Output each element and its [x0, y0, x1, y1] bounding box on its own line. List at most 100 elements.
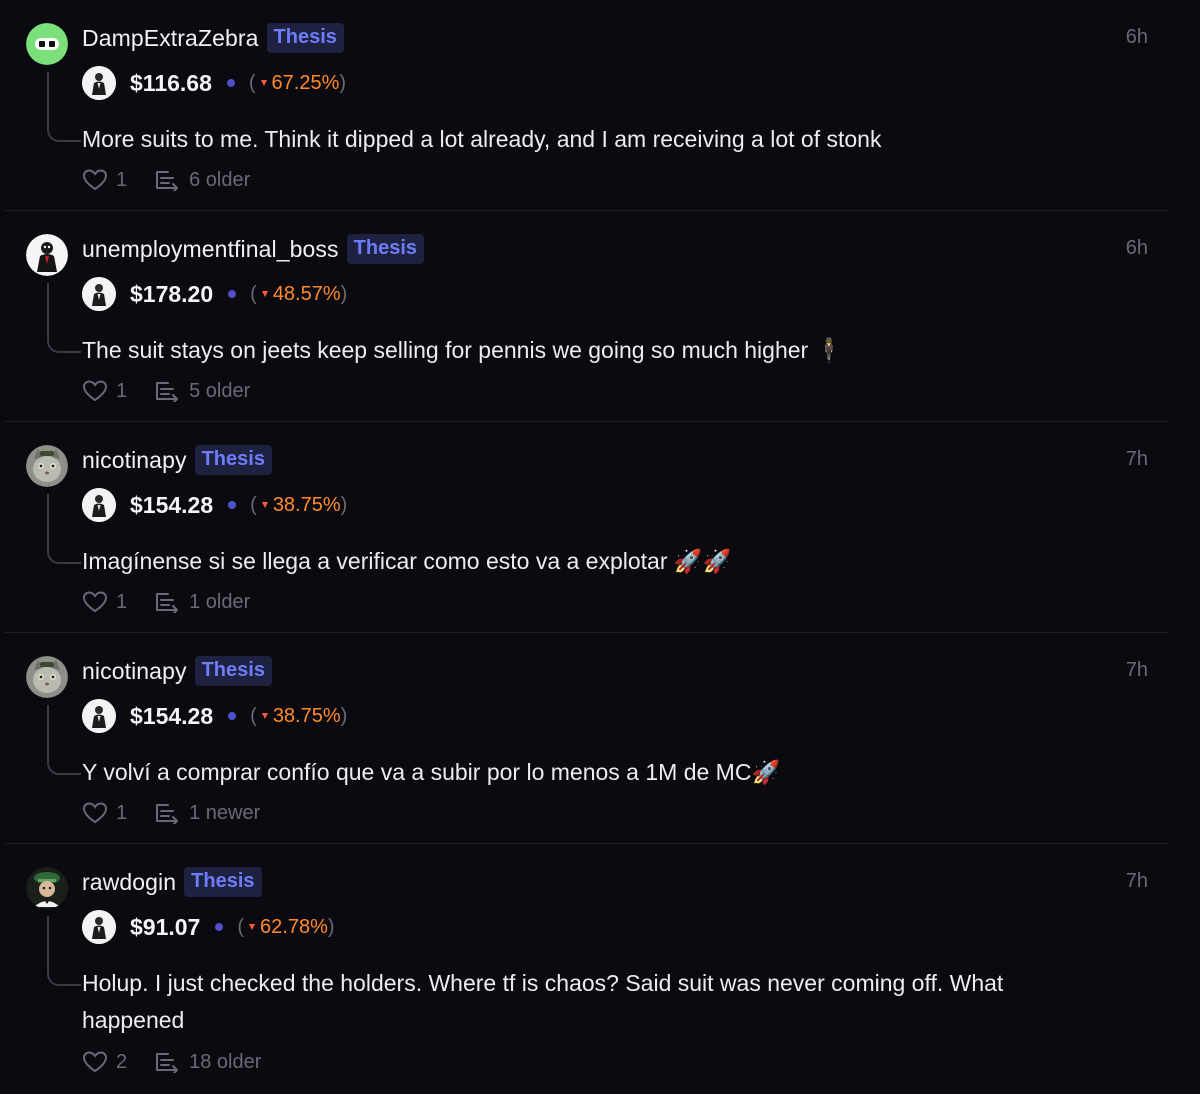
position-value: $154.28	[130, 702, 214, 729]
comment-header: unemploymentfinal_boss Thesis	[82, 232, 424, 266]
thread-icon	[156, 171, 179, 191]
thesis-badge: Thesis	[184, 867, 262, 897]
avatar[interactable]	[26, 445, 68, 487]
comment-text: The suit stays on jeets keep selling for…	[82, 337, 844, 363]
position-row: $178.20 ( 48.57% )	[82, 277, 347, 311]
comment-header: rawdogin Thesis	[82, 865, 262, 899]
price-change: ( 67.25% )	[249, 72, 346, 95]
change-percent: 38.75%	[272, 493, 341, 516]
thread-link[interactable]: 6 older	[155, 169, 250, 192]
comment-text: Holup. I just checked the holders. Where…	[82, 970, 1004, 1033]
like-button[interactable]: 1	[82, 168, 127, 192]
position-row: $154.28 ( 38.75% )	[82, 699, 347, 733]
paren-open: (	[250, 493, 257, 516]
like-button[interactable]: 1	[82, 801, 127, 825]
separator-dot	[215, 923, 224, 931]
thesis-badge: Thesis	[194, 445, 272, 475]
price-change: ( 62.78% )	[237, 916, 334, 939]
avatar[interactable]	[26, 23, 68, 65]
comment-actions: 1 6 older	[82, 165, 278, 195]
suit-token-icon	[82, 488, 116, 522]
position-value: $91.07	[130, 913, 201, 940]
username[interactable]: unemploymentfinal_boss	[82, 236, 339, 263]
comment-header: DampExtraZebra Thesis	[82, 21, 344, 55]
paren-open: (	[250, 704, 257, 727]
position-row: $91.07 ( 62.78% )	[82, 910, 335, 944]
thread-link[interactable]: 1 older	[155, 591, 250, 614]
separator-dot	[228, 501, 237, 509]
soldier-avatar-icon	[26, 867, 68, 909]
like-count: 1	[116, 379, 128, 402]
thread-link[interactable]: 5 older	[155, 380, 250, 403]
position-value: $116.68	[130, 69, 212, 96]
like-button[interactable]: 1	[82, 590, 127, 614]
thread-label: 1 older	[189, 590, 251, 613]
separator-dot	[228, 712, 237, 720]
avatar[interactable]	[26, 867, 68, 909]
thesis-badge: Thesis	[346, 234, 424, 264]
change-percent: 38.75%	[272, 704, 341, 727]
like-button[interactable]: 1	[82, 379, 127, 403]
comment-text: Imagínense si se llega a verificar como …	[82, 548, 732, 574]
down-arrow-icon	[249, 924, 256, 930]
thread-connector	[47, 283, 81, 353]
thread-icon	[156, 382, 179, 402]
thread-icon	[156, 593, 179, 613]
thread-label: 18 older	[189, 1050, 262, 1073]
position-value: $154.28	[130, 491, 214, 518]
thread-label: 6 older	[189, 168, 251, 191]
down-arrow-icon	[261, 502, 268, 508]
thread-connector	[47, 705, 81, 775]
comment-header: nicotinapy Thesis	[82, 654, 272, 688]
avatar[interactable]	[26, 656, 68, 698]
comment-item: unemploymentfinal_boss Thesis 6h $178.20…	[4, 211, 1168, 422]
comment-text: Y volví a comprar confío que va a subir …	[82, 759, 781, 785]
comment-text: More suits to me. Think it dipped a lot …	[82, 126, 882, 152]
avatar[interactable]	[26, 234, 68, 276]
comment-item: rawdogin Thesis 7h $91.07 ( 62.78% ) Hol…	[4, 844, 1168, 1094]
thread-link[interactable]: 18 older	[155, 1051, 261, 1074]
paren-close: )	[340, 282, 348, 305]
username[interactable]: DampExtraZebra	[82, 25, 259, 52]
price-change: ( 48.57% )	[250, 283, 347, 306]
green-mask-avatar-icon	[26, 23, 68, 65]
thread-label: 1 newer	[189, 801, 261, 824]
like-count: 1	[116, 801, 128, 824]
position-value: $178.20	[130, 280, 214, 307]
heart-icon	[82, 591, 108, 613]
username[interactable]: nicotinapy	[82, 447, 187, 474]
paren-open: (	[248, 71, 256, 94]
like-count: 2	[116, 1050, 128, 1073]
separator-dot	[228, 290, 237, 298]
like-button[interactable]: 2	[82, 1050, 127, 1074]
comment-actions: 1 1 newer	[82, 798, 288, 828]
suit-token-icon	[82, 910, 116, 944]
thread-connector	[47, 494, 81, 564]
like-count: 1	[116, 590, 128, 613]
thread-link[interactable]: 1 newer	[155, 802, 260, 825]
price-change: ( 38.75% )	[250, 705, 347, 728]
paren-close: )	[340, 704, 348, 727]
separator-dot	[226, 79, 235, 87]
change-percent: 62.78%	[260, 915, 328, 938]
position-row: $116.68 ( 67.25% )	[82, 66, 346, 100]
comment-item: nicotinapy Thesis 7h $154.28 ( 38.75% )	[4, 422, 1168, 633]
paren-open: (	[250, 282, 257, 305]
cat-avatar-icon	[26, 445, 68, 487]
timestamp: 6h	[1125, 26, 1148, 48]
suit-token-icon	[82, 277, 116, 311]
username[interactable]: rawdogin	[82, 869, 176, 896]
timestamp: 6h	[1125, 237, 1148, 259]
price-change: ( 38.75% )	[250, 494, 347, 517]
suit-token-icon	[82, 66, 116, 100]
down-arrow-icon	[260, 80, 267, 86]
paren-close: )	[340, 493, 348, 516]
penguin-suit-avatar-icon	[26, 234, 68, 276]
username[interactable]: nicotinapy	[82, 658, 187, 685]
cat-avatar-icon	[26, 656, 68, 698]
thread-label: 5 older	[189, 379, 251, 402]
timestamp: 7h	[1125, 659, 1148, 681]
heart-icon	[82, 380, 108, 402]
comment-header: nicotinapy Thesis	[82, 443, 272, 477]
heart-icon	[82, 1051, 108, 1073]
